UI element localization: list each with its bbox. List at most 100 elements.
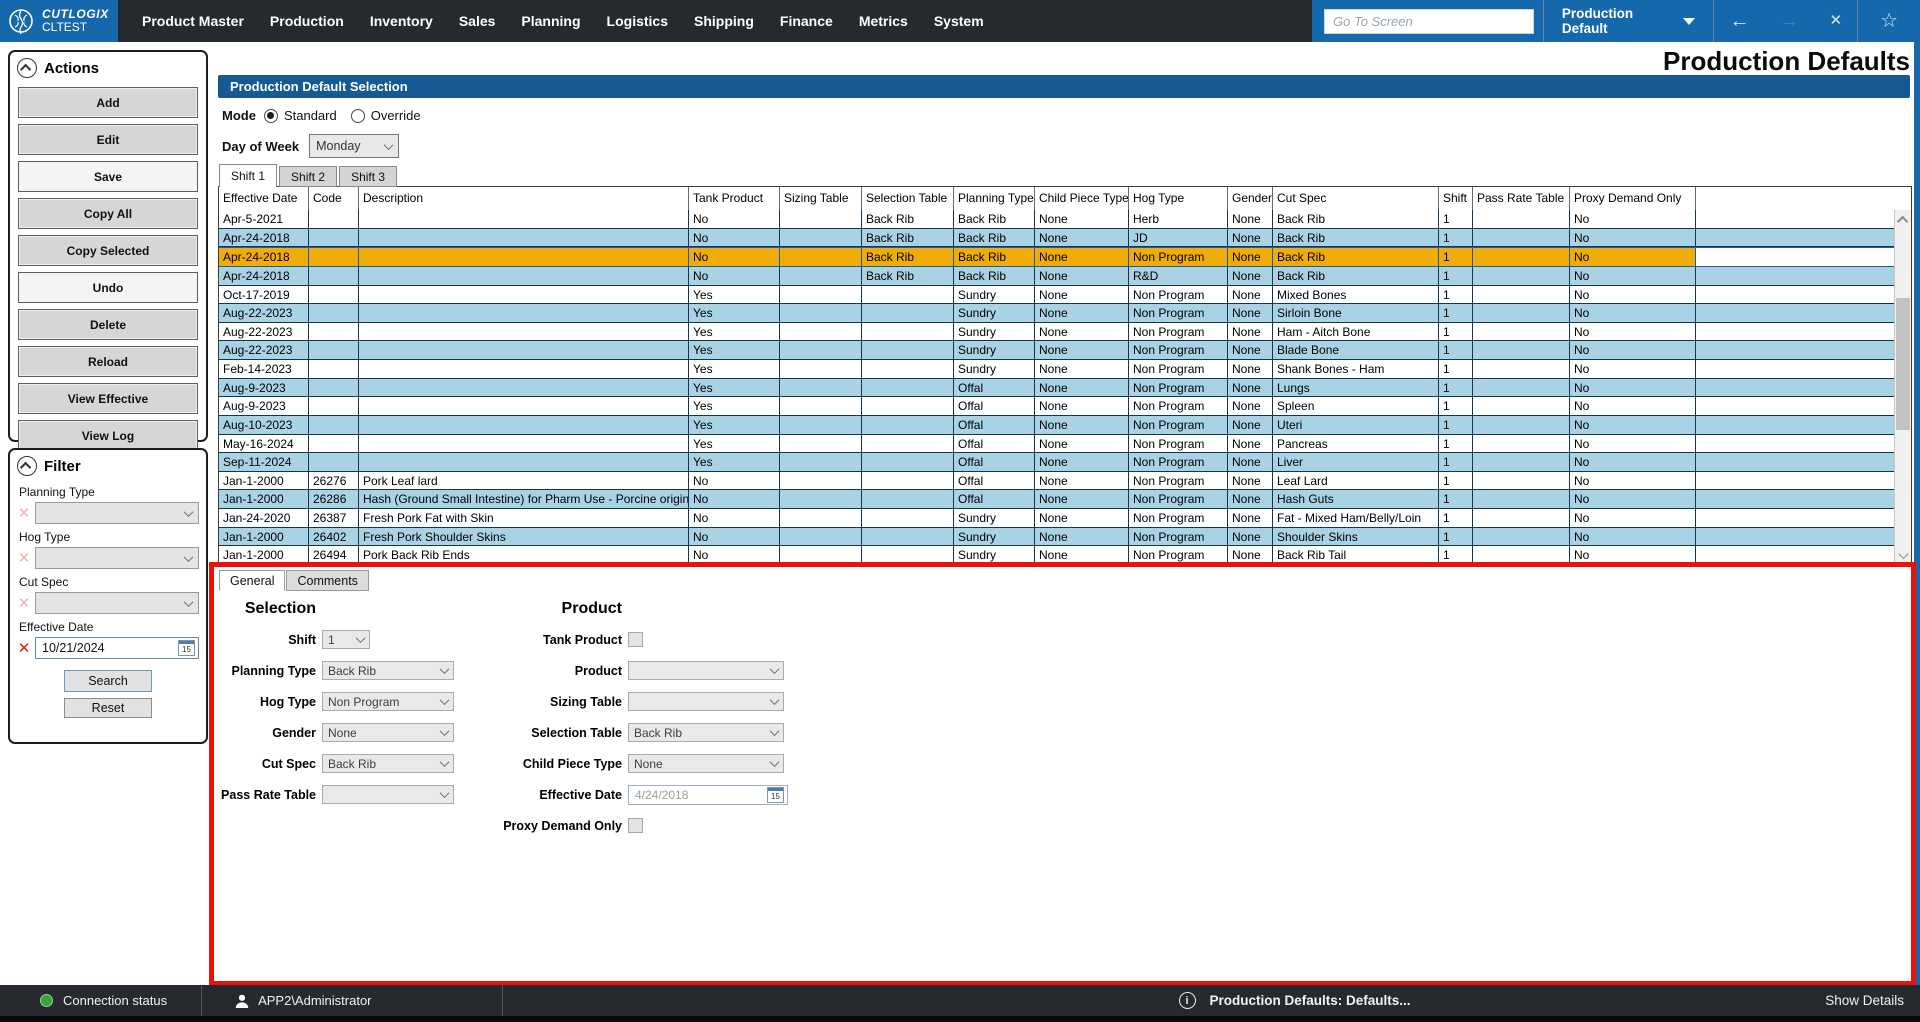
back-icon[interactable]: ← [1729,0,1749,42]
product-select[interactable] [628,661,784,680]
pass-rate-table-select[interactable] [322,785,454,804]
copy-selected-button[interactable]: Copy Selected [18,235,198,266]
table-scrollbar[interactable] [1894,210,1911,565]
gender-select[interactable]: None [322,723,454,742]
view-effective-button[interactable]: View Effective [18,383,198,414]
column-header-pass-rate-table[interactable]: Pass Rate Table [1473,187,1570,210]
tab-shift-1[interactable]: Shift 1 [219,164,277,187]
tab-general[interactable]: General [219,570,285,591]
tab-comments[interactable]: Comments [286,570,368,591]
column-header-child-piece-type[interactable]: Child Piece Type [1035,187,1129,210]
column-header-planning-type[interactable]: Planning Type [954,187,1035,210]
reload-button[interactable]: Reload [18,346,198,377]
forward-icon[interactable]: → [1779,0,1799,42]
table-row[interactable]: May-16-2024YesOffalNoneNon ProgramNonePa… [219,435,1894,454]
effective-date-filter-input[interactable]: 10/21/2024 15 [35,637,199,659]
scrollbar-thumb[interactable] [1896,298,1910,430]
clear-filter-icon[interactable]: ✕ [17,549,31,567]
column-header-selection-table[interactable]: Selection Table [862,187,954,210]
add-button[interactable]: Add [18,87,198,118]
menu-item-sales[interactable]: Sales [459,13,496,29]
go-to-screen-input[interactable] [1324,9,1534,34]
column-header-description[interactable]: Description [359,187,689,210]
table-row[interactable]: Jan-1-200026494Pork Back Rib EndsNoSundr… [219,546,1894,565]
filter-cut-spec-select[interactable] [35,592,199,614]
table-row[interactable]: Aug-9-2023YesOffalNoneNon ProgramNoneSpl… [219,397,1894,416]
column-header-gender[interactable]: Gender [1228,187,1273,210]
table-row[interactable]: Aug-10-2023YesOffalNoneNon ProgramNoneUt… [219,416,1894,435]
table-row[interactable]: Jan-1-200026286Hash (Ground Small Intest… [219,490,1894,509]
day-of-week-select[interactable]: Monday [309,134,399,158]
table-row[interactable]: Jan-1-200026276Pork Leaf lardNoOffalNone… [219,472,1894,491]
column-header-sizing-table[interactable]: Sizing Table [780,187,862,210]
tank-product-checkbox[interactable] [628,632,643,647]
calendar-icon[interactable]: 15 [178,640,195,656]
tab-shift-3[interactable]: Shift 3 [339,166,397,187]
scroll-down-icon[interactable] [1899,549,1909,559]
view-log-button[interactable]: View Log [18,420,198,451]
menu-item-inventory[interactable]: Inventory [370,13,433,29]
column-header-tank-product[interactable]: Tank Product [689,187,780,210]
collapse-actions-icon[interactable] [17,58,37,78]
copy-all-button[interactable]: Copy All [18,198,198,229]
child-piece-type-select[interactable]: None [628,754,784,773]
menu-item-finance[interactable]: Finance [780,13,833,29]
filter-cut-spec-label: Cut Spec [19,575,201,589]
undo-button[interactable]: Undo [18,272,198,303]
table-row[interactable]: Jan-24-202026387Fresh Pork Fat with Skin… [219,509,1894,528]
menu-item-production[interactable]: Production [270,13,344,29]
column-header-proxy-demand-only[interactable]: Proxy Demand Only [1570,187,1696,210]
clear-date-icon[interactable]: ✕ [17,639,31,657]
favorite-star-icon[interactable]: ☆ [1880,0,1898,42]
table-row[interactable]: Apr-24-2018NoBack RibBack RibNoneR&DNone… [219,267,1894,286]
table-row[interactable]: Aug-22-2023YesSundryNoneNon ProgramNoneS… [219,304,1894,323]
planning-type-select[interactable]: Back Rib [322,661,454,680]
column-header-shift[interactable]: Shift [1439,187,1473,210]
collapse-filter-icon[interactable] [17,456,37,476]
filter-hog-type-select[interactable] [35,547,199,569]
menu-item-system[interactable]: System [934,13,984,29]
table-row[interactable]: Aug-9-2023YesOffalNoneNon ProgramNoneLun… [219,379,1894,398]
clear-filter-icon[interactable]: ✕ [17,594,31,612]
proxy-demand-only-checkbox[interactable] [628,818,643,833]
column-header-code[interactable]: Code [309,187,359,210]
calendar-icon[interactable]: 15 [767,787,784,803]
table-row[interactable]: Oct-17-2019YesSundryNoneNon ProgramNoneM… [219,286,1894,305]
table-row[interactable]: Apr-5-2021NoBack RibBack RibNoneHerbNone… [219,210,1894,229]
selection-table-select[interactable]: Back Rib [628,723,784,742]
column-header-effective-date[interactable]: Effective Date [219,187,309,210]
mode-radio-override[interactable] [351,109,365,123]
edit-button[interactable]: Edit [18,124,198,155]
mode-radio-standard[interactable] [264,109,278,123]
cut-spec-select[interactable]: Back Rib [322,754,454,773]
close-icon[interactable]: ✕ [1829,0,1842,42]
column-header-hog-type[interactable]: Hog Type [1129,187,1228,210]
hog-type-select[interactable]: Non Program [322,692,454,711]
effective-date-input[interactable]: 4/24/201815 [628,785,788,805]
menu-item-metrics[interactable]: Metrics [859,13,908,29]
show-details-link[interactable]: Show Details [1825,993,1904,1008]
delete-button[interactable]: Delete [18,309,198,340]
table-row[interactable]: Jan-1-200026402Fresh Pork Shoulder Skins… [219,528,1894,547]
menu-item-product-master[interactable]: Product Master [142,13,244,29]
table-row[interactable]: Apr-24-2018NoBack RibBack RibNoneJDNoneB… [219,229,1894,248]
column-header-cut-spec[interactable]: Cut Spec [1273,187,1439,210]
table-row[interactable]: Feb-14-2023YesSundryNoneNon ProgramNoneS… [219,360,1894,379]
sizing-table-select[interactable] [628,692,784,711]
clear-filter-icon[interactable]: ✕ [17,504,31,522]
menu-item-logistics[interactable]: Logistics [607,13,668,29]
filter-planning-type-select[interactable] [35,502,199,524]
screen-selector-dropdown[interactable]: Production Default [1544,0,1714,42]
table-row[interactable]: Aug-22-2023YesSundryNoneNon ProgramNoneB… [219,341,1894,360]
shift-select[interactable]: 1 [322,630,370,649]
save-button[interactable]: Save [18,161,198,192]
table-row[interactable]: Aug-22-2023YesSundryNoneNon ProgramNoneH… [219,323,1894,342]
scroll-up-icon[interactable] [1897,216,1908,227]
menu-item-shipping[interactable]: Shipping [694,13,754,29]
tab-shift-2[interactable]: Shift 2 [279,166,337,187]
table-row[interactable]: Sep-11-2024YesOffalNoneNon ProgramNoneLi… [219,453,1894,472]
menu-item-planning[interactable]: Planning [521,13,580,29]
search-button[interactable]: Search [64,670,152,692]
reset-button[interactable]: Reset [64,698,152,718]
table-row[interactable]: Apr-24-2018NoBack RibBack RibNoneNon Pro… [219,247,1894,267]
